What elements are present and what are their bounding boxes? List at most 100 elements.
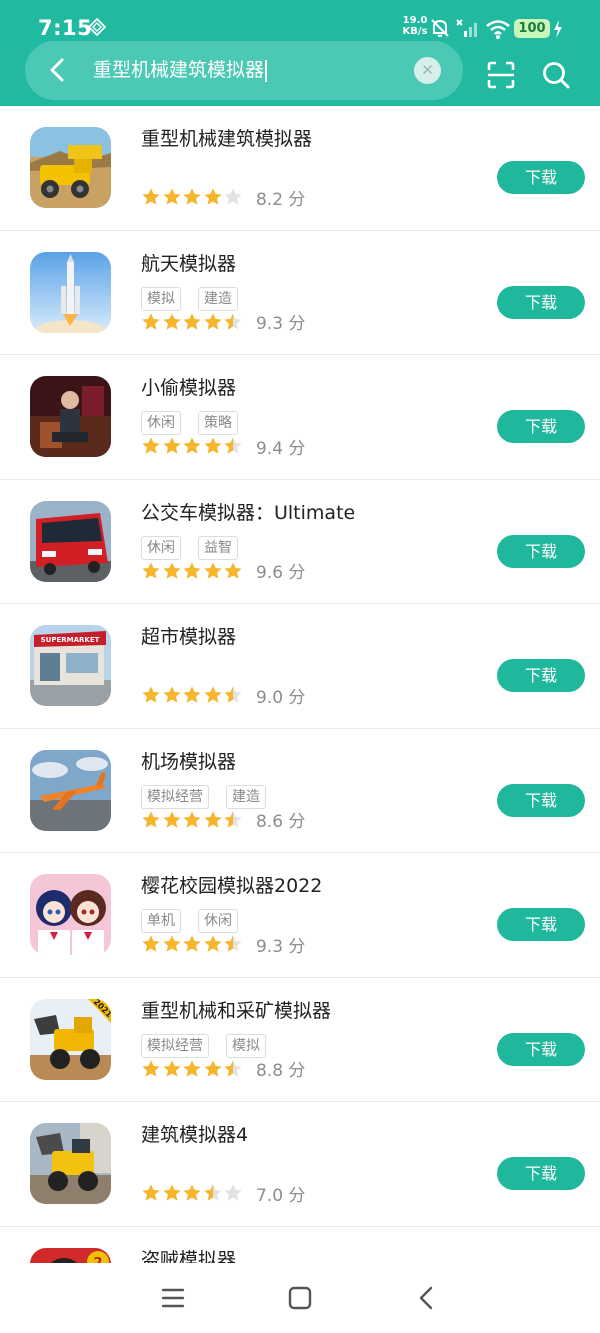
mute-bell-icon	[431, 19, 449, 37]
app-rating: 7.0 分	[141, 1183, 305, 1206]
heavy-machinery-icon[interactable]	[30, 127, 111, 208]
star-full-icon	[204, 686, 222, 703]
tag-list: 模拟 建造	[141, 286, 255, 311]
top-header: 7:15 19.0 KB/s 100 重型机械建筑模拟器 ✕	[0, 0, 600, 106]
clear-search-button[interactable]: ✕	[414, 57, 441, 84]
supermarket-icon[interactable]: SUPERMARKET	[30, 625, 111, 706]
tag[interactable]: 策略	[198, 411, 238, 435]
tag[interactable]: 休闲	[141, 411, 181, 435]
app-list-item[interactable]: 小偷模拟器 休闲 策略 9.4 分 下载	[0, 355, 600, 480]
star-rating	[141, 1183, 244, 1203]
download-button[interactable]: 下载	[497, 410, 585, 443]
app-score: 8.2 分	[255, 189, 306, 210]
tag[interactable]: 休闲	[198, 909, 238, 933]
star-full-icon	[162, 313, 181, 330]
star-full-icon	[162, 1060, 181, 1077]
app-score: 9.3 分	[255, 314, 306, 334]
star-full-icon	[142, 562, 160, 579]
app-rating: 8.8 分	[141, 1059, 305, 1081]
star-half-icon	[224, 313, 242, 330]
tag[interactable]: 单机	[141, 909, 181, 933]
sequel-badge: 2	[93, 1256, 102, 1264]
star-full-icon	[142, 188, 160, 205]
tag[interactable]: 建造	[226, 784, 266, 809]
back-arrow-icon[interactable]	[43, 55, 73, 85]
airplane-icon[interactable]	[30, 749, 111, 831]
star-empty-icon	[224, 188, 242, 205]
download-button[interactable]: 下载	[497, 659, 585, 692]
download-button[interactable]: 下载	[497, 908, 585, 941]
recent-apps-icon[interactable]	[160, 1285, 186, 1311]
construction-loader-icon[interactable]	[30, 1123, 111, 1204]
star-full-icon	[183, 1184, 201, 1201]
download-button[interactable]: 下载	[497, 1157, 585, 1190]
app-name: 樱花校园模拟器2022	[141, 875, 323, 897]
star-half-icon	[224, 811, 242, 828]
app-list-item[interactable]: 航天模拟器 模拟 建造 9.3 分 下载	[0, 231, 600, 355]
app-rating: 9.6 分	[141, 561, 306, 583]
app-score: 9.4 分	[255, 438, 306, 459]
app-list-item[interactable]: SUPERMARKET 超市模拟器 9.0 分 下载	[0, 604, 600, 729]
app-name: 重型机械和采矿模拟器	[141, 999, 332, 1022]
wifi-icon	[486, 20, 510, 39]
tag[interactable]: 休闲	[141, 535, 181, 560]
app-list-item[interactable]: 重型机械建筑模拟器 8.2 分 下载	[0, 106, 600, 231]
app-list-item[interactable]: 2 盗贼模拟器	[0, 1227, 600, 1264]
rocket-icon[interactable]	[30, 251, 111, 333]
app-name: 建筑模拟器4	[141, 1124, 249, 1146]
star-full-icon	[204, 1060, 222, 1077]
star-rating	[141, 934, 244, 954]
star-half-icon	[224, 935, 242, 952]
app-list-item[interactable]: 2021 重型机械和采矿模拟器 模拟经营 模拟 8.8 分 下载	[0, 978, 600, 1102]
app-list-item[interactable]: 机场模拟器 模拟经营 建造 8.6 分 下载	[0, 729, 600, 853]
search-icon[interactable]	[541, 60, 571, 90]
home-icon[interactable]	[287, 1285, 313, 1311]
bus-icon[interactable]	[30, 500, 111, 582]
tag[interactable]: 模拟	[141, 286, 181, 311]
app-name: 超市模拟器	[141, 626, 237, 648]
star-full-icon	[142, 935, 160, 952]
download-button[interactable]: 下载	[497, 161, 585, 194]
download-button[interactable]: 下载	[497, 1032, 585, 1066]
system-nav-bar	[0, 1263, 600, 1333]
tag-list: 休闲 益智	[141, 535, 255, 560]
app-list-item[interactable]: 公交车模拟器：Ultimate 休闲 益智 9.6 分 下载	[0, 480, 600, 604]
app-result-list[interactable]: 重型机械建筑模拟器 8.2 分 下载 航天模拟器 模拟 建造 9.3 分 下载 …	[0, 106, 600, 1263]
star-full-icon	[183, 935, 201, 952]
star-full-icon	[142, 437, 160, 454]
app-name: 航天模拟器	[141, 252, 237, 275]
tag[interactable]: 模拟经营	[141, 784, 209, 809]
thief-icon[interactable]	[30, 376, 111, 457]
star-full-icon	[142, 1184, 160, 1201]
app-list-item[interactable]: 建筑模拟器4 7.0 分 下载	[0, 1102, 600, 1227]
tag-list: 单机 休闲	[141, 909, 255, 933]
text-caret	[265, 59, 268, 82]
tag[interactable]: 建造	[198, 286, 238, 311]
download-button[interactable]: 下载	[497, 534, 585, 568]
anime-girls-icon[interactable]	[30, 874, 111, 955]
app-list-item[interactable]: 樱花校园模拟器2022 单机 休闲 9.3 分 下载	[0, 853, 600, 978]
system-back-icon[interactable]	[414, 1285, 440, 1311]
wheel-loader-icon[interactable]: 2021	[30, 998, 111, 1080]
search-input[interactable]: 重型机械建筑模拟器	[93, 57, 268, 84]
star-full-icon	[183, 562, 201, 579]
tag[interactable]: 模拟	[226, 1033, 266, 1058]
star-rating	[141, 1059, 244, 1079]
robber-icon[interactable]: 2	[30, 1247, 111, 1264]
star-half-icon	[204, 1184, 222, 1201]
star-full-icon	[204, 313, 222, 330]
tag[interactable]: 模拟经营	[141, 1033, 209, 1058]
app-score: 9.6 分	[255, 563, 306, 583]
tag[interactable]: 益智	[198, 535, 238, 560]
star-full-icon	[142, 686, 160, 703]
star-full-icon	[204, 188, 222, 205]
search-box[interactable]: 重型机械建筑模拟器 ✕	[25, 41, 463, 100]
network-speed: 19.0 KB/s	[402, 15, 428, 37]
scan-icon[interactable]	[486, 60, 516, 90]
star-full-icon	[183, 313, 201, 330]
app-rating: 9.3 分	[141, 934, 306, 957]
app-score: 9.3 分	[255, 936, 306, 957]
download-button[interactable]: 下载	[497, 783, 585, 817]
star-rating	[141, 685, 244, 705]
download-button[interactable]: 下载	[497, 285, 585, 319]
